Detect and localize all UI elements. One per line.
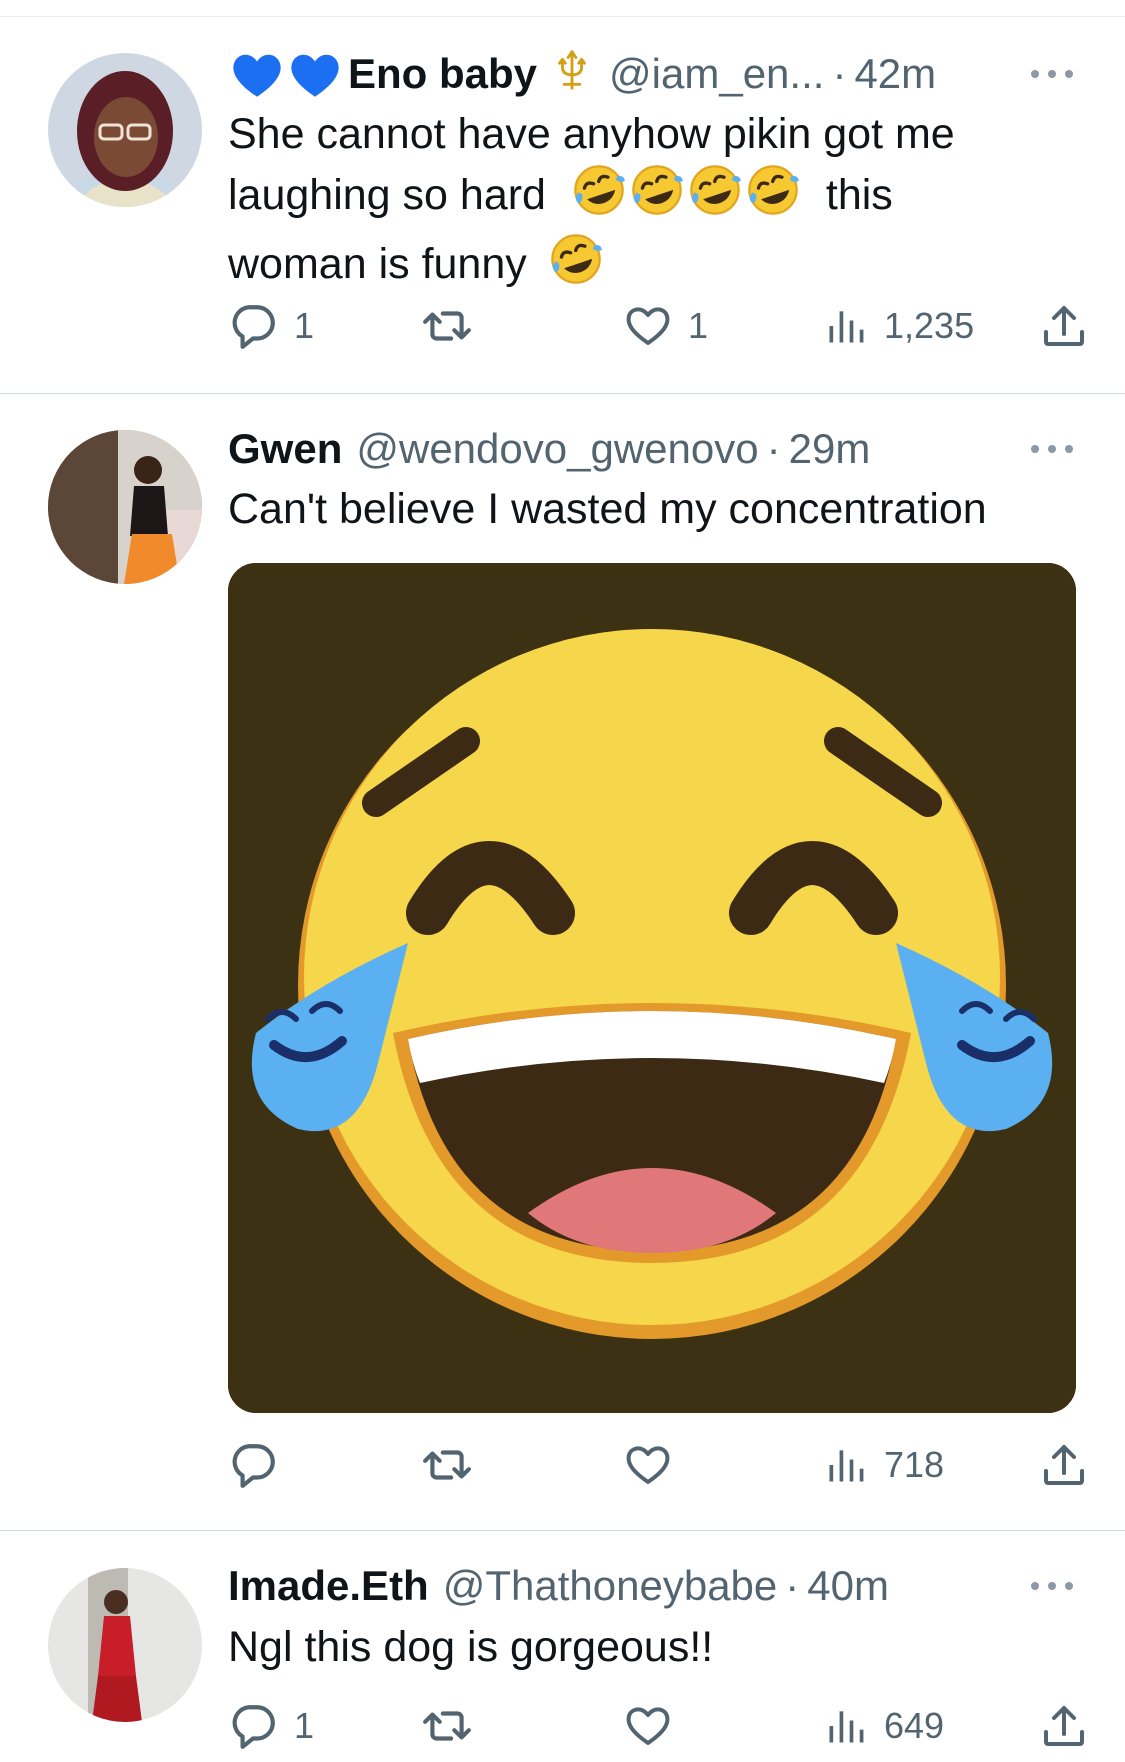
reply-icon <box>228 1701 278 1751</box>
views-count: 649 <box>884 1705 945 1746</box>
action-bar: 1 649 <box>0 1696 1125 1756</box>
separator: · <box>785 1562 800 1609</box>
more-icon[interactable] <box>1031 1579 1073 1593</box>
retweet-icon <box>422 1701 472 1751</box>
heart-icon <box>624 1702 672 1750</box>
user-handle[interactable]: @Thathoneybabe <box>443 1562 778 1610</box>
timestamp[interactable]: 40m <box>807 1562 889 1610</box>
reply-button[interactable]: 1 <box>228 1696 314 1756</box>
display-name[interactable]: Imade.Eth <box>228 1562 429 1610</box>
views-button[interactable]: 649 <box>824 1696 944 1756</box>
reply-count: 1 <box>294 1705 315 1746</box>
like-button[interactable] <box>624 1696 688 1756</box>
tweet-text: Ngl this dog is gorgeous!! <box>228 1623 714 1671</box>
retweet-button[interactable] <box>422 1696 488 1756</box>
views-icon <box>824 1704 868 1748</box>
share-icon <box>1040 1702 1088 1750</box>
share-button[interactable] <box>1040 1696 1088 1756</box>
tweet-header: Imade.Eth @Thathoneybabe · 40m <box>228 1558 1065 1614</box>
tweet-imade-eth[interactable]: Imade.Eth @Thathoneybabe · 40m Ngl this … <box>0 0 1125 1762</box>
